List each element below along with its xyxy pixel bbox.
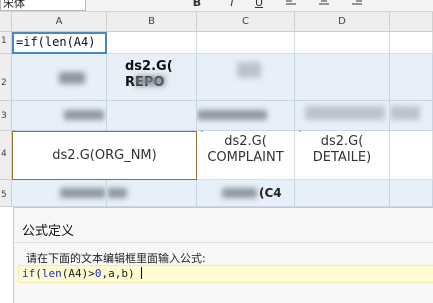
cell-d4-line1: ds2.G( <box>320 134 364 149</box>
formula-token-number: 0 <box>94 267 102 280</box>
formula-editor[interactable]: if(len(A4)>0,a,b) <box>18 265 433 283</box>
formula-token-if: if <box>22 267 36 280</box>
cell-c4-line2: COMPLAINT <box>207 150 284 165</box>
redacted-text <box>237 62 261 78</box>
column-header-b[interactable]: B <box>107 12 197 32</box>
cell-c2[interactable] <box>197 54 295 101</box>
redacted-text <box>222 188 257 198</box>
cell-b3[interactable] <box>107 101 197 131</box>
cell-marker: ˅ <box>200 130 204 138</box>
redacted-text <box>390 106 420 120</box>
bold-button[interactable]: B <box>190 0 204 11</box>
cell-e5[interactable] <box>390 180 433 207</box>
cell-b2-line1: ds2.G( <box>125 59 173 74</box>
redacted-text <box>135 76 165 86</box>
cell-c5-text: (C4 <box>259 186 282 200</box>
formula-token-len: len <box>41 267 62 280</box>
cell-d1[interactable] <box>295 32 390 54</box>
spreadsheet-grid: A B C D 1 2 3 4 5 =if(len(A4) ds2.G( REP… <box>0 12 433 207</box>
align-center-icon[interactable] <box>317 0 331 11</box>
cell-d5[interactable] <box>295 180 390 207</box>
cell-e3[interactable] <box>390 101 433 131</box>
formula-token-arg: (A4) <box>61 267 89 280</box>
dialog-divider <box>14 242 433 243</box>
font-name-select[interactable]: 宋体 <box>0 0 86 11</box>
underline-button[interactable]: U <box>252 0 266 11</box>
column-header-e[interactable] <box>390 12 433 32</box>
grid-corner[interactable] <box>0 12 12 32</box>
text-caret <box>140 267 142 279</box>
cell-c5[interactable]: (C4 <box>197 180 295 207</box>
cell-marker: ˅ <box>12 130 16 138</box>
align-left-icon[interactable] <box>284 0 298 11</box>
cell-c1[interactable] <box>197 32 295 54</box>
toolbar: 宋体 B I U <box>0 0 433 12</box>
column-header-d[interactable]: D <box>295 12 390 32</box>
row-header-3[interactable]: 3 <box>0 101 12 131</box>
align-right-icon[interactable] <box>350 0 364 11</box>
redacted-text <box>64 110 104 120</box>
cell-c4-line1: ds2.G( <box>224 134 267 149</box>
cell-e4[interactable] <box>390 131 433 180</box>
italic-button[interactable]: I <box>225 0 239 11</box>
column-header-a[interactable]: A <box>12 12 107 32</box>
cell-marker: ˅ <box>298 130 302 138</box>
cell-d3[interactable] <box>295 101 390 131</box>
row-header-2[interactable]: 2 <box>0 54 12 101</box>
formula-token-rest: ,a,b) <box>101 267 135 280</box>
cell-a1-text: =if(len(A4) <box>16 35 96 49</box>
cell-c4[interactable]: ds2.G( COMPLAINT <box>197 131 295 180</box>
cell-a4-merged[interactable]: ds2.G(ORG_NM) <box>12 131 197 180</box>
dialog-title: 公式定义 <box>22 224 75 239</box>
cell-b1[interactable] <box>107 32 197 54</box>
redacted-text <box>107 188 127 198</box>
cell-a3[interactable] <box>12 101 107 131</box>
cell-d4-line2: DETAILE) <box>312 150 372 165</box>
cell-a4-text: ds2.G(ORG_NM) <box>52 148 157 163</box>
cell-e2[interactable] <box>390 54 433 101</box>
cell-c3[interactable] <box>197 101 295 131</box>
column-header-c[interactable]: C <box>197 12 295 32</box>
redacted-text <box>60 188 106 198</box>
cell-d4[interactable]: ds2.G( DETAILE) <box>295 131 390 180</box>
cell-a2[interactable] <box>12 54 107 101</box>
redacted-text <box>197 110 267 120</box>
formula-dialog: 公式定义 请在下面的文本编辑框里面输入公式: if(len(A4)>0,a,b) <box>13 207 433 303</box>
redacted-text <box>59 72 85 84</box>
row-header-1[interactable]: 1 <box>0 32 12 54</box>
cell-d2[interactable] <box>295 54 390 101</box>
cell-b2[interactable]: ds2.G( REPO <box>107 54 197 101</box>
row-header-4[interactable]: 4 <box>0 131 12 180</box>
cell-e1[interactable] <box>390 32 433 54</box>
cell-a5[interactable] <box>12 180 107 207</box>
row-header-5[interactable]: 5 <box>0 180 12 207</box>
formula-token-op: > <box>88 267 95 280</box>
formula-token-paren: ( <box>35 267 42 280</box>
dialog-prompt: 请在下面的文本编辑框里面输入公式: <box>26 252 206 265</box>
cell-b5[interactable] <box>107 180 197 207</box>
redacted-text <box>305 106 385 120</box>
cell-a1-active[interactable]: =if(len(A4) <box>12 32 107 54</box>
